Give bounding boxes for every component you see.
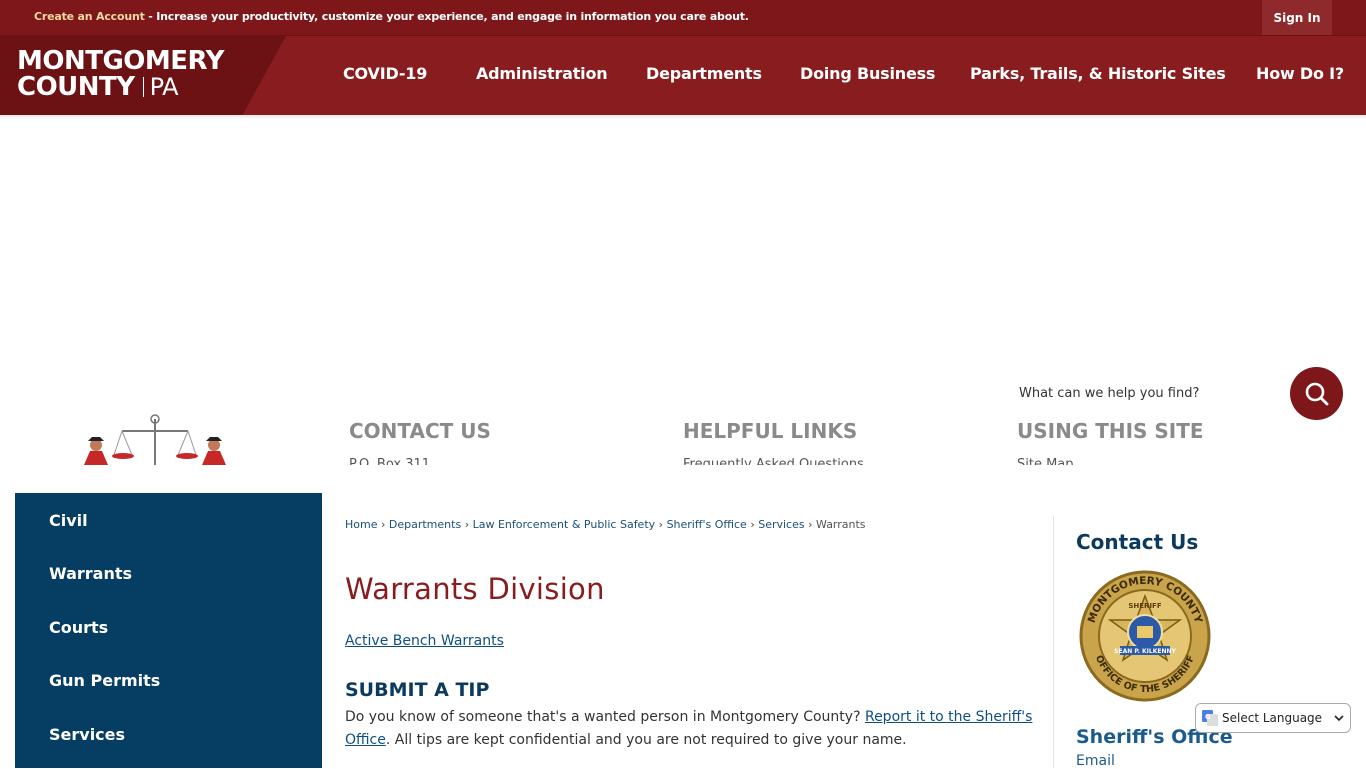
account-promo: Create an Account - Increase your produc… <box>34 10 749 23</box>
column-divider <box>1053 516 1054 768</box>
nav-covid-19[interactable]: COVID-19 <box>343 64 427 83</box>
breadcrumb: Home › Departments › Law Enforcement & P… <box>345 518 866 531</box>
breadcrumb-separator: › <box>658 518 664 531</box>
sidebar-item-gun-permits[interactable]: Gun Permits <box>49 671 160 690</box>
breadcrumb-separator: › <box>750 518 755 531</box>
site-map-link[interactable]: Site Map <box>1017 457 1074 465</box>
tip-text-before: Do you know of someone that's a wanted p… <box>345 709 865 725</box>
nav-how-do-i[interactable]: How Do I? <box>1256 64 1344 83</box>
logo-separator <box>142 77 144 97</box>
header-shadow <box>0 115 1366 119</box>
language-select-label: Select Language <box>1222 711 1323 725</box>
footer-peek-row: CONTACT US P.O. Box 311 HELPFUL LINKS Fr… <box>0 405 1366 465</box>
top-account-bar: Create an Account - Increase your produc… <box>0 0 1366 35</box>
nav-doing-business[interactable]: Doing Business <box>800 64 935 83</box>
contact-us-title: Contact Us <box>1076 530 1199 554</box>
sidebar-item-civil[interactable]: Civil <box>49 511 88 530</box>
helpful-links-heading: HELPFUL LINKS <box>683 419 858 443</box>
language-select[interactable]: G Select Language <box>1195 703 1351 733</box>
using-this-site-heading: USING THIS SITE <box>1017 419 1204 443</box>
county-logo[interactable]: MONTGOMERY COUNTY PA <box>17 48 224 100</box>
submit-tip-text: Do you know of someone that's a wanted p… <box>345 706 1035 752</box>
search-icon <box>1305 382 1328 405</box>
tip-text-after: . All tips are kept confidential and you… <box>385 732 907 748</box>
sign-in-button[interactable]: Sign In <box>1262 0 1332 35</box>
site-header: MONTGOMERY COUNTY PA COVID-19 Administrat… <box>0 35 1366 116</box>
google-translate-icon: G <box>1202 710 1218 726</box>
page-title: Warrants Division <box>345 572 605 606</box>
chevron-down-icon <box>1334 715 1344 722</box>
breadcrumb-law-enforcement[interactable]: Law Enforcement & Public Safety <box>473 518 656 531</box>
breadcrumb-services[interactable]: Services <box>758 518 804 531</box>
create-account-link[interactable]: Create an Account <box>34 10 145 23</box>
section-sidebar: Civil Warrants Courts Gun Permits Servic… <box>15 493 322 768</box>
nav-parks-trails[interactable]: Parks, Trails, & Historic Sites <box>970 64 1226 83</box>
sheriff-badge-logo: SEAN P. KILKENNY SHERIFF MONTGOMERY COUN… <box>1079 570 1211 702</box>
breadcrumb-sheriffs-office[interactable]: Sheriff's Office <box>667 518 747 531</box>
breadcrumb-departments[interactable]: Departments <box>389 518 461 531</box>
search-input[interactable]: What can we help you find? <box>1019 386 1199 401</box>
submit-tip-heading: SUBMIT A TIP <box>345 679 490 701</box>
account-promo-text: - Increase your productivity, customize … <box>144 10 749 23</box>
breadcrumb-home[interactable]: Home <box>345 518 377 531</box>
badge-name-text: SEAN P. KILKENNY <box>1114 648 1176 655</box>
nav-departments[interactable]: Departments <box>646 64 762 83</box>
nav-administration[interactable]: Administration <box>476 64 608 83</box>
breadcrumb-separator: › <box>808 518 813 531</box>
sidebar-item-courts[interactable]: Courts <box>49 618 108 637</box>
sidebar-item-services[interactable]: Services <box>49 725 125 744</box>
breadcrumb-separator: › <box>380 518 386 531</box>
logo-state: PA <box>149 73 179 101</box>
breadcrumb-separator: › <box>464 518 470 531</box>
sidebar-item-warrants[interactable]: Warrants <box>49 564 132 583</box>
email-link[interactable]: Email <box>1076 753 1115 769</box>
badge-star-text: SHERIFF <box>1128 602 1161 610</box>
active-bench-warrants-link[interactable]: Active Bench Warrants <box>345 633 504 649</box>
logo-line-2: COUNTY PA <box>17 74 224 100</box>
breadcrumb-current: Warrants <box>816 518 866 531</box>
logo-line-1: MONTGOMERY <box>17 46 224 76</box>
faq-link[interactable]: Frequently Asked Questions <box>683 457 864 465</box>
contact-us-heading: CONTACT US <box>349 419 491 443</box>
scales-of-justice-icon <box>84 414 226 465</box>
contact-address: P.O. Box 311 <box>349 457 431 465</box>
logo-county: COUNTY <box>17 72 135 102</box>
svg-text:G: G <box>1205 713 1211 721</box>
